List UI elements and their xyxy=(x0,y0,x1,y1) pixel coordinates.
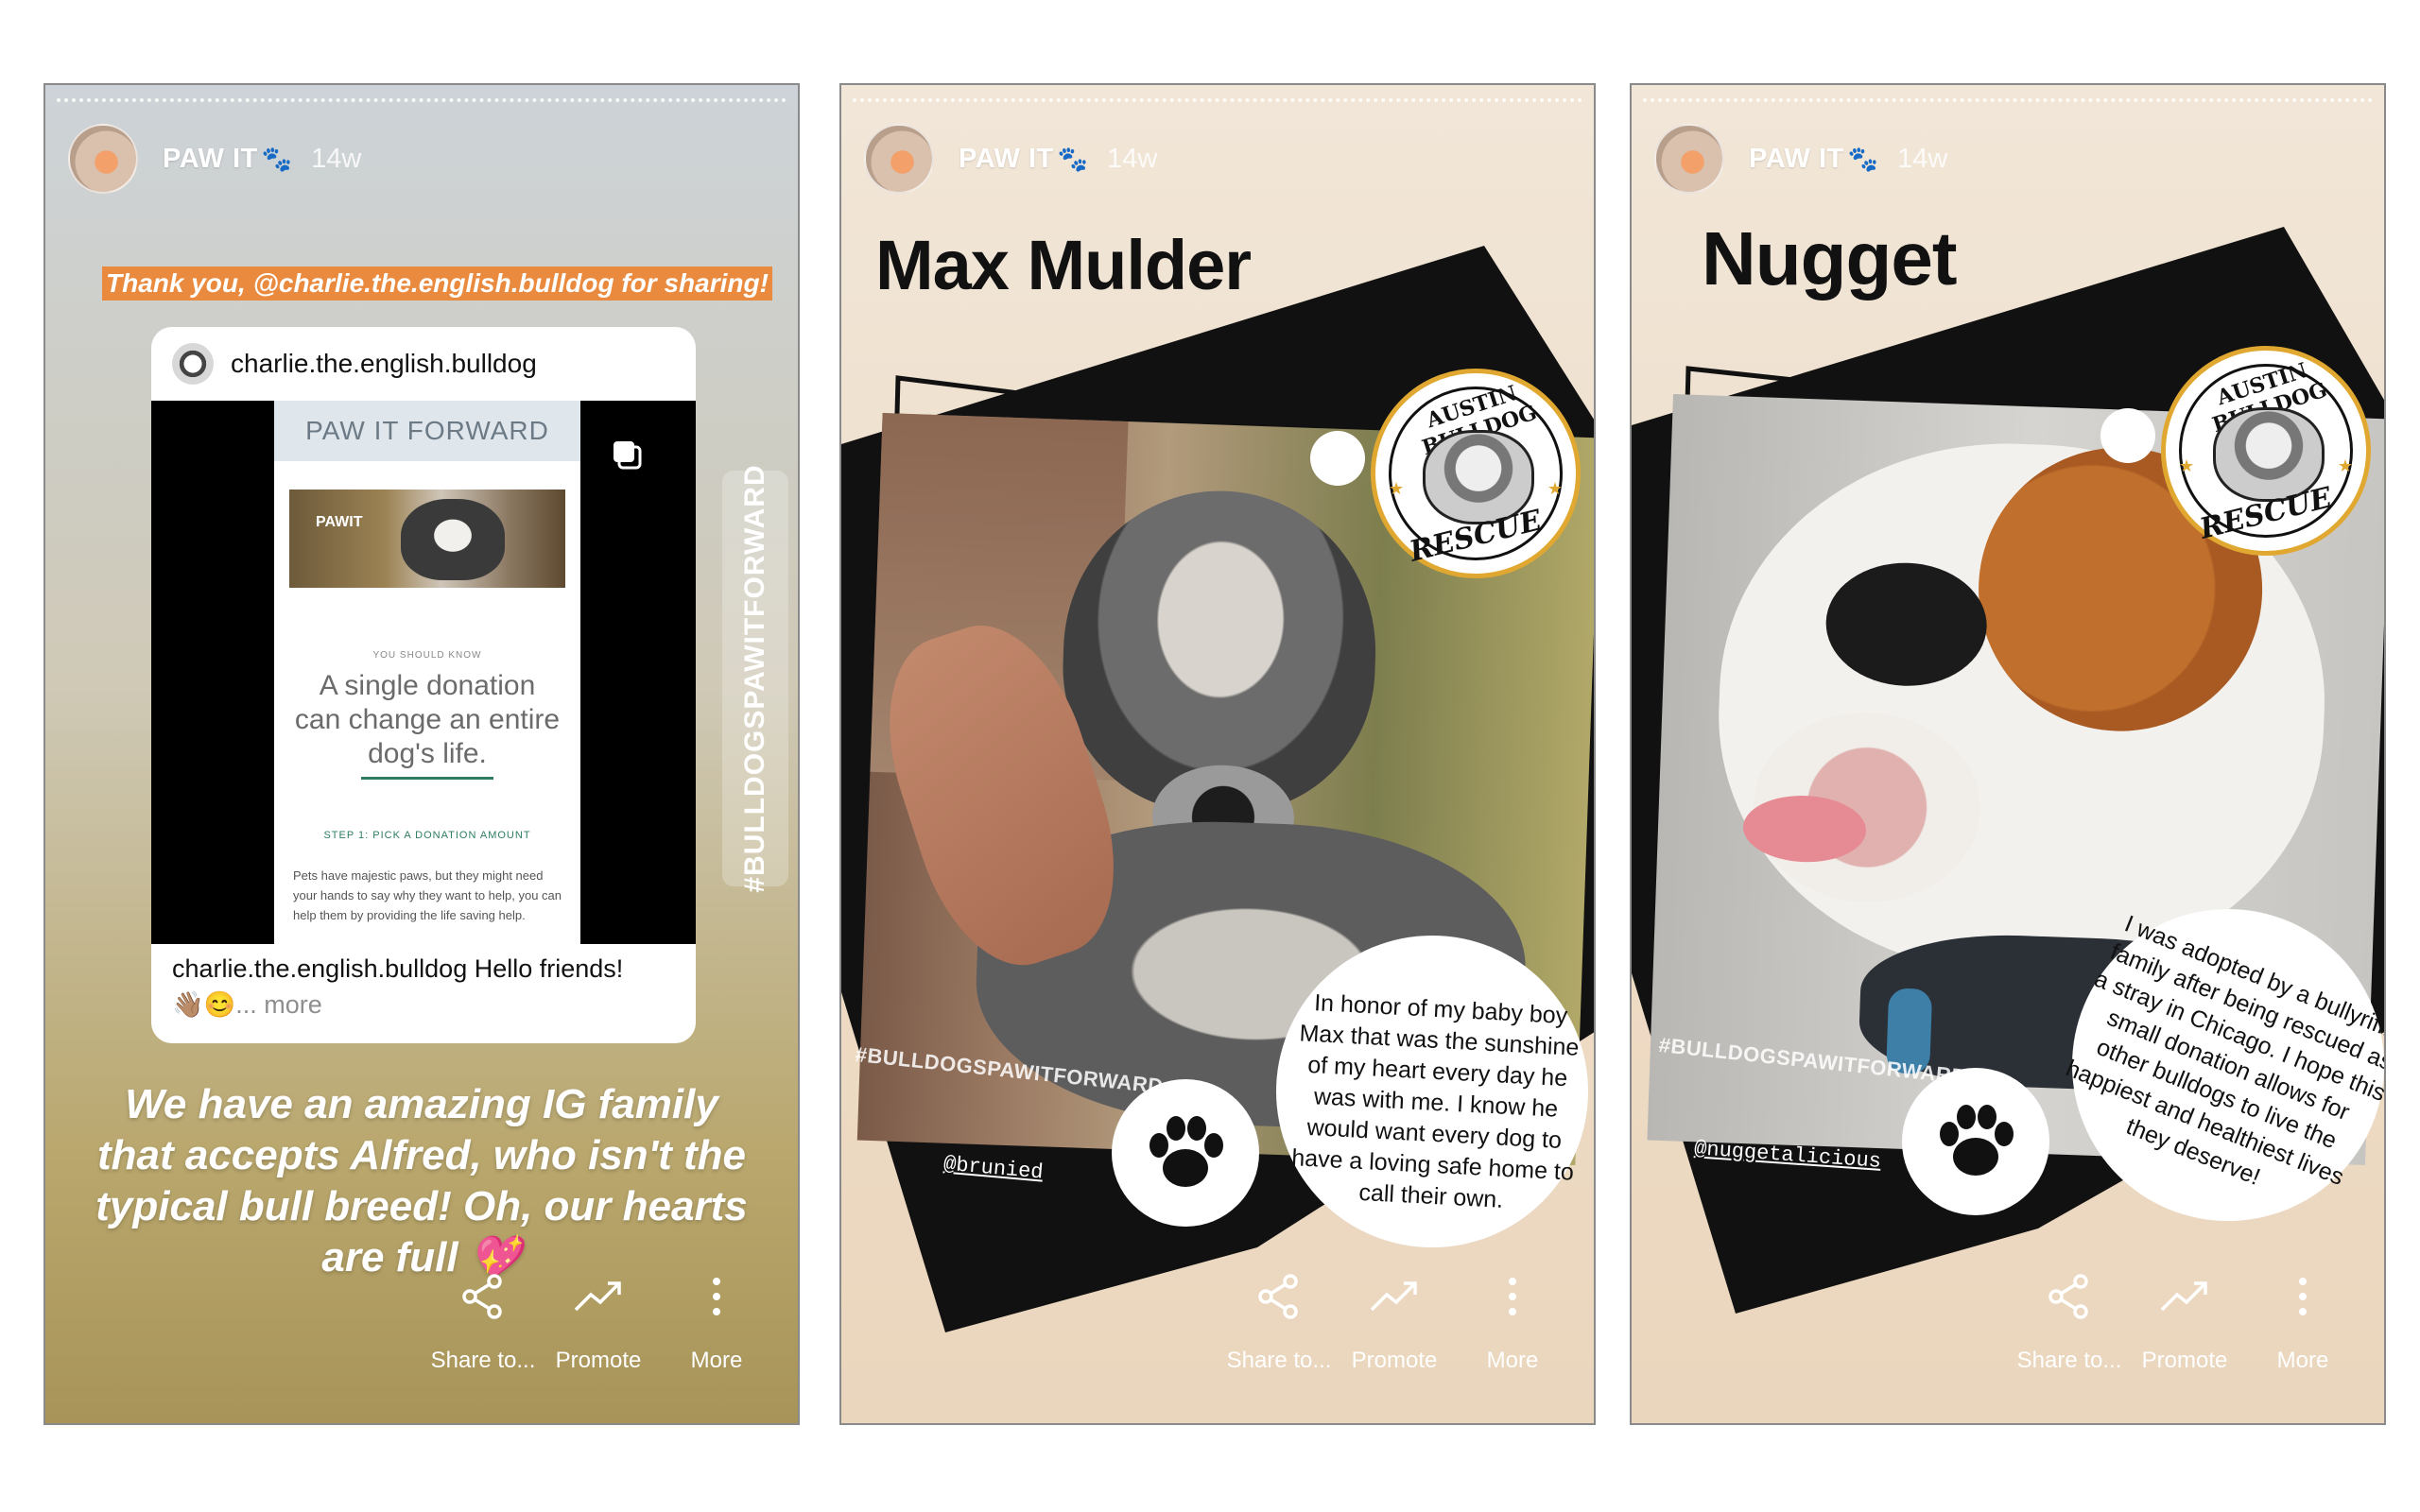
site-title: PAW IT FORWARD xyxy=(274,401,580,461)
decor-dot xyxy=(1310,431,1365,486)
share-icon xyxy=(462,1274,502,1319)
promote-button[interactable]: Promote xyxy=(1333,1272,1456,1374)
story-panel-1[interactable]: PAW IT 🐾 14w Thank you, @charlie.the.eng… xyxy=(43,83,800,1425)
promote-label: Promote xyxy=(555,1348,642,1373)
story-action-bar: Share to... Promote More xyxy=(841,1272,1594,1395)
post-age: 14w xyxy=(311,143,362,174)
caption-text: Hello friends! xyxy=(474,954,624,983)
share-icon xyxy=(1258,1274,1298,1319)
mention-banner[interactable]: Thank you, @charlie.the.english.bulldog … xyxy=(102,266,772,301)
site-step-label: STEP 1: PICK A DONATION AMOUNT xyxy=(323,830,531,841)
promote-icon xyxy=(2160,1281,2207,1312)
share-label: Share to... xyxy=(2016,1348,2122,1373)
story-action-bar: Share to... Promote More xyxy=(1632,1272,2384,1395)
share-label: Share to... xyxy=(1226,1348,1332,1373)
more-label: More xyxy=(1486,1348,1539,1373)
share-button[interactable]: Share to... xyxy=(422,1272,544,1374)
site-paragraph: Pets have majestic paws, but they might … xyxy=(293,868,562,922)
shared-post-caption: charlie.the.english.bulldog Hello friend… xyxy=(172,951,677,1022)
site-headline: A single donation can change an entire d… xyxy=(294,670,561,769)
copy-icon xyxy=(614,441,642,470)
promote-button[interactable]: Promote xyxy=(2123,1272,2246,1374)
promote-label: Promote xyxy=(2141,1348,2228,1373)
quote-text: In honor of my baby boy Max that was the… xyxy=(1290,989,1581,1213)
star-icon: ★ xyxy=(1389,479,1405,498)
paw-badge xyxy=(1902,1068,2049,1215)
promote-button[interactable]: Promote xyxy=(537,1272,660,1374)
paw-badge xyxy=(1112,1079,1259,1227)
more-button[interactable]: More xyxy=(1451,1272,1574,1374)
shared-post-username[interactable]: charlie.the.english.bulldog xyxy=(231,349,537,379)
story-progress-bar xyxy=(57,98,786,102)
star-icon: ★ xyxy=(2337,456,2353,475)
story-quote-bubble: I was adopted by a bullyriffic family af… xyxy=(2063,909,2384,1221)
story-action-bar: Share to... Promote More xyxy=(45,1272,798,1395)
dog-image xyxy=(401,499,505,580)
account-name[interactable]: PAW IT xyxy=(163,144,258,175)
rescue-logo: AUSTIN BULLDOG ★ ★ RESCUE xyxy=(1371,369,1581,578)
promote-icon xyxy=(1370,1281,1417,1312)
paws-emoji: 🐾 xyxy=(261,144,293,173)
paw-print-icon xyxy=(1940,1105,2014,1176)
hashtag-text: #BULLDOGSPAWITFORWARD xyxy=(739,464,770,893)
more-vertical-icon xyxy=(713,1278,720,1315)
hashtag-sticker[interactable]: #BULLDOGSPAWITFORWARD xyxy=(722,464,788,893)
shared-post-card[interactable]: charlie.the.english.bulldog PAW IT FORWA… xyxy=(151,327,696,1043)
site-hero-photo: PAWIT xyxy=(289,490,565,588)
shared-post-avatar[interactable] xyxy=(172,343,214,385)
rescue-logo: AUSTIN BULLDOG ★ ★ RESCUE xyxy=(2161,346,2371,556)
story-panel-3[interactable]: PAW IT 🐾 14w Nugget AUSTIN BULLDOG ★ ★ R… xyxy=(1630,83,2386,1425)
story-quote-bubble: In honor of my baby boy Max that was the… xyxy=(1276,936,1588,1247)
site-kicker: YOU SHOULD KNOW xyxy=(372,650,482,661)
decor-dot xyxy=(2100,408,2155,463)
more-button[interactable]: More xyxy=(655,1272,778,1374)
share-button[interactable]: Share to... xyxy=(2008,1272,2131,1374)
more-vertical-icon xyxy=(1509,1278,1516,1315)
shared-post-header: charlie.the.english.bulldog xyxy=(151,327,696,401)
story-panel-2[interactable]: PAW IT 🐾 14w Max Mulder AUSTIN BULLDOG ★… xyxy=(839,83,1596,1425)
story-header: PAW IT 🐾 14w xyxy=(68,121,361,197)
site-divider xyxy=(361,777,493,780)
star-icon: ★ xyxy=(2179,456,2195,475)
website-screenshot: PAW IT FORWARD PAWIT YOU SHOULD KNOW A s… xyxy=(274,401,580,944)
share-icon xyxy=(2048,1274,2088,1319)
star-icon: ★ xyxy=(1547,479,1563,498)
site-photo-label: PAWIT xyxy=(316,514,363,530)
share-label: Share to... xyxy=(430,1348,536,1373)
more-label: More xyxy=(690,1348,743,1373)
promote-icon xyxy=(574,1281,621,1312)
more-vertical-icon xyxy=(2299,1278,2307,1315)
promote-label: Promote xyxy=(1351,1348,1438,1373)
more-label: More xyxy=(2276,1348,2329,1373)
story-caption: We have an amazing IG family that accept… xyxy=(95,1081,748,1280)
caption-username[interactable]: charlie.the.english.bulldog xyxy=(172,954,467,983)
more-button[interactable]: More xyxy=(2241,1272,2364,1374)
share-button[interactable]: Share to... xyxy=(1218,1272,1340,1374)
shared-post-media[interactable]: PAW IT FORWARD PAWIT YOU SHOULD KNOW A s… xyxy=(151,401,696,944)
caption-more-link[interactable]: ... more xyxy=(235,990,322,1019)
account-avatar[interactable] xyxy=(68,124,138,194)
caption-emoji: 👋🏽😊 xyxy=(172,990,236,1019)
paw-print-icon xyxy=(1150,1116,1223,1187)
